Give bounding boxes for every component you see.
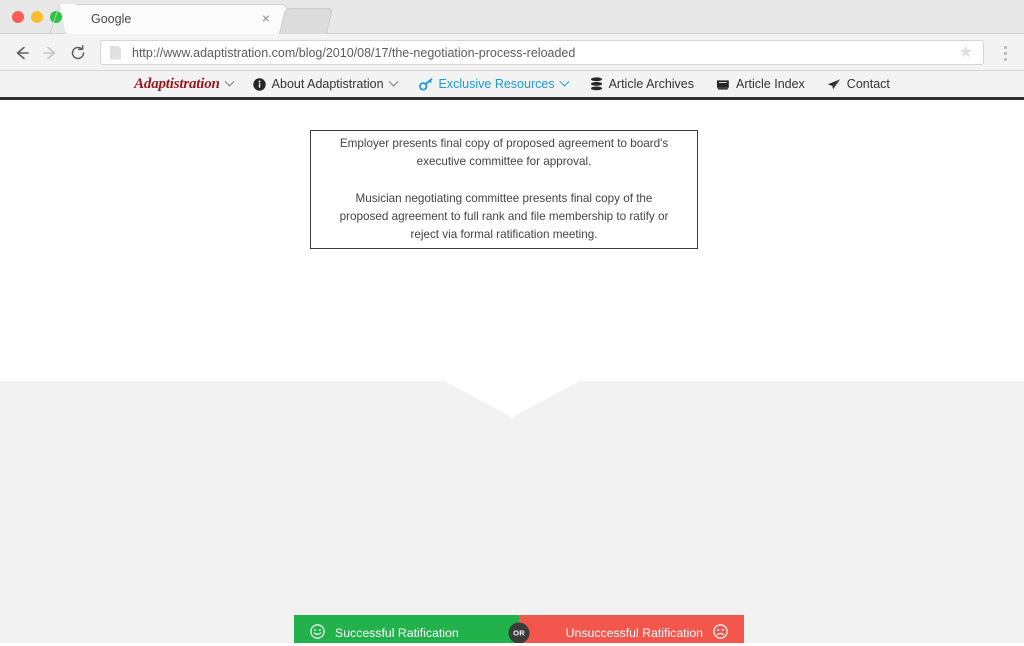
site-navigation-bar: Adaptistration About Adaptistration Excl… (0, 71, 1024, 100)
address-bar-url[interactable]: http://www.adaptistration.com/blog/2010/… (132, 46, 959, 60)
chevron-down-icon (224, 76, 235, 87)
tab-title: Google (91, 12, 132, 26)
successful-ratification-option[interactable]: Successful Ratification (294, 615, 519, 643)
page-content: Employer presents final copy of proposed… (0, 100, 1024, 643)
bookmark-star-icon[interactable]: ★ (959, 44, 973, 61)
nav-item-exclusive-resources[interactable]: Exclusive Resources (408, 71, 579, 97)
back-arrow-icon[interactable] (11, 42, 33, 64)
successful-ratification-label: Successful Ratification (335, 626, 459, 640)
ratification-outcome-bar: Successful Ratification Unsuccessful Rat… (294, 615, 744, 643)
smiley-face-icon (310, 624, 325, 642)
info-circle-icon (252, 77, 266, 91)
tab-strip: Google × (0, 0, 1024, 34)
chevron-down-icon (388, 76, 398, 87)
nav-item-contact[interactable]: Contact (816, 71, 901, 97)
statement-box: Employer presents final copy of proposed… (310, 130, 698, 249)
paper-plane-icon (827, 78, 841, 91)
nav-item-label: Article Archives (608, 77, 695, 91)
browser-tab-new-placeholder[interactable] (278, 8, 334, 34)
nav-item-article-archives[interactable]: Article Archives (579, 71, 705, 97)
nav-item-about-adaptistration[interactable]: About Adaptistration (242, 71, 408, 97)
or-divider-badge: OR (508, 622, 530, 643)
chevron-down-notch-icon (444, 381, 580, 417)
page-document-icon (110, 45, 121, 60)
browser-toolbar: http://www.adaptistration.com/blog/2010/… (0, 34, 1024, 71)
tab-close-icon[interactable]: × (259, 10, 273, 26)
address-bar[interactable]: http://www.adaptistration.com/blog/2010/… (100, 40, 984, 65)
key-icon (418, 77, 433, 91)
reload-icon[interactable] (67, 42, 89, 64)
book-icon (716, 78, 730, 91)
nav-item-label: About Adaptistration (271, 77, 384, 91)
minimize-window-button[interactable] (31, 11, 43, 23)
unsuccessful-ratification-label: Unsuccessful Ratification (565, 626, 703, 640)
statement-paragraph-1: Employer presents final copy of proposed… (339, 136, 669, 168)
nav-item-article-index[interactable]: Article Index (705, 71, 816, 97)
site-brand-logo[interactable]: Adaptistration (123, 76, 242, 93)
statement-paragraph-2: Musician negotiating committee presents … (339, 191, 669, 242)
browser-tab-active[interactable]: Google × (66, 4, 288, 34)
chevron-down-icon (559, 76, 570, 87)
forward-arrow-icon[interactable] (39, 42, 61, 64)
nav-item-label: Article Index (736, 77, 805, 91)
browser-window: Google × http://www.adaptistration.com/b… (0, 0, 1024, 646)
unsuccessful-ratification-option[interactable]: Unsuccessful Ratification (519, 615, 744, 643)
nav-item-label: Exclusive Resources (438, 77, 555, 91)
nav-item-label: Contact (846, 77, 890, 91)
kebab-menu-icon[interactable] (996, 43, 1014, 63)
close-window-button[interactable] (12, 11, 24, 23)
frowny-face-icon (713, 624, 728, 642)
brand-wordmark: Adaptistration (134, 75, 220, 92)
slide-upper-white-region: Employer presents final copy of proposed… (0, 100, 1024, 381)
database-icon (590, 77, 603, 91)
slide-lower-gray-region: Successful Ratification Unsuccessful Rat… (0, 381, 1024, 643)
